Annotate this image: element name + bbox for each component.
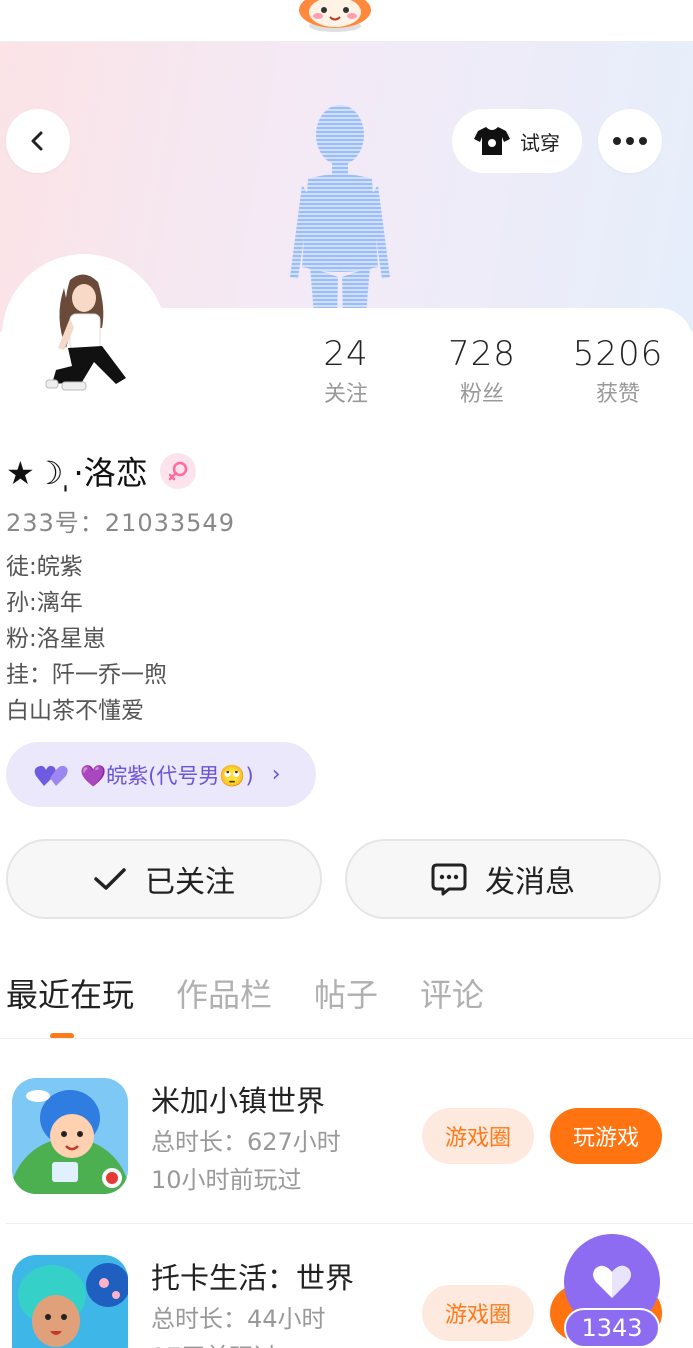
chevron-left-icon — [31, 131, 43, 151]
profile-avatar[interactable] — [6, 258, 162, 414]
profile-tabs: 最近在玩 作品栏 帖子 评论 — [6, 970, 484, 1016]
tab-divider — [0, 1038, 693, 1039]
game-last-played: 17天前玩过 — [151, 1337, 278, 1348]
bio-line: 挂：阡一乔一煦 — [6, 662, 167, 688]
nickname-row: ★☽ ̩·洛恋 — [6, 448, 196, 494]
more-dots-icon — [613, 137, 647, 145]
mascot-icon — [299, 0, 371, 32]
play-game-button[interactable]: 玩游戏 — [550, 1108, 662, 1164]
tab-works[interactable]: 作品栏 — [176, 970, 272, 1016]
chevron-right-icon: › — [271, 762, 281, 787]
send-message-label: 发消息 — [485, 865, 575, 900]
double-heart-icon — [34, 765, 68, 786]
shirt-icon — [474, 127, 510, 155]
relation-chip-label: 💜皖紫(代号男🙄) — [80, 763, 254, 788]
game-total-duration: 总时长：44小时 — [151, 1305, 326, 1333]
avatar-girl-image — [6, 258, 162, 414]
game-list-item[interactable]: 米加小镇世界 总时长：627小时 10小时前玩过 游戏圈 玩游戏 — [0, 1040, 693, 1200]
stat-fans-value: 728 — [448, 334, 516, 374]
tab-posts[interactable]: 帖子 — [314, 970, 378, 1016]
followed-button[interactable]: 已关注 — [6, 839, 322, 919]
bio-line: 白山茶不懂爱 — [6, 698, 144, 724]
nickname: ★☽ ̩·洛恋 — [6, 454, 148, 492]
top-bar — [0, 0, 693, 42]
stat-likes[interactable]: 5206 获赞 — [558, 334, 678, 408]
stat-following-label: 关注 — [323, 382, 368, 407]
stat-fans[interactable]: 728 粉丝 — [422, 334, 542, 408]
game-icon-miga-town — [12, 1078, 128, 1194]
game-icon-toca-life — [12, 1255, 128, 1348]
heart-icon — [593, 1265, 631, 1298]
game-circle-button[interactable]: 游戏圈 — [422, 1108, 534, 1164]
followed-label: 已关注 — [145, 865, 235, 900]
bio: 徒:皖紫 孙:漓年 粉:洛星崽 挂：阡一乔一煦 白山茶不懂爱 — [6, 549, 167, 729]
game-last-played: 10小时前玩过 — [151, 1166, 302, 1194]
stat-following[interactable]: 24 关注 — [286, 334, 406, 408]
user-id: 233号：21033549 — [6, 509, 235, 537]
try-on-label: 试穿 — [520, 130, 560, 155]
game-name: 托卡生活：世界 — [151, 1261, 355, 1295]
stat-likes-value: 5206 — [572, 334, 664, 374]
more-options-button[interactable] — [598, 109, 662, 173]
message-bubble-icon — [431, 863, 467, 896]
send-message-button[interactable]: 发消息 — [345, 839, 661, 919]
tab-recently-played[interactable]: 最近在玩 — [6, 970, 134, 1016]
bio-line: 徒:皖紫 — [6, 554, 83, 580]
try-on-button[interactable]: 试穿 — [452, 109, 582, 173]
game-name: 米加小镇世界 — [151, 1084, 326, 1118]
back-button[interactable] — [6, 109, 70, 173]
tab-comments[interactable]: 评论 — [420, 970, 484, 1016]
female-icon — [168, 461, 187, 481]
stat-likes-label: 获赞 — [595, 382, 640, 407]
like-count-badge: 1343 — [564, 1308, 660, 1348]
relation-chip[interactable]: 💜皖紫(代号男🙄) › — [6, 742, 316, 807]
bio-line: 孙:漓年 — [6, 590, 83, 616]
bio-line: 粉:洛星崽 — [6, 626, 106, 652]
gender-badge — [159, 453, 196, 489]
checkmark-icon — [94, 868, 126, 890]
stat-following-value: 24 — [323, 334, 369, 374]
game-circle-button[interactable]: 游戏圈 — [422, 1285, 534, 1341]
stat-fans-label: 粉丝 — [459, 382, 504, 407]
game-total-duration: 总时长：627小时 — [151, 1128, 341, 1156]
